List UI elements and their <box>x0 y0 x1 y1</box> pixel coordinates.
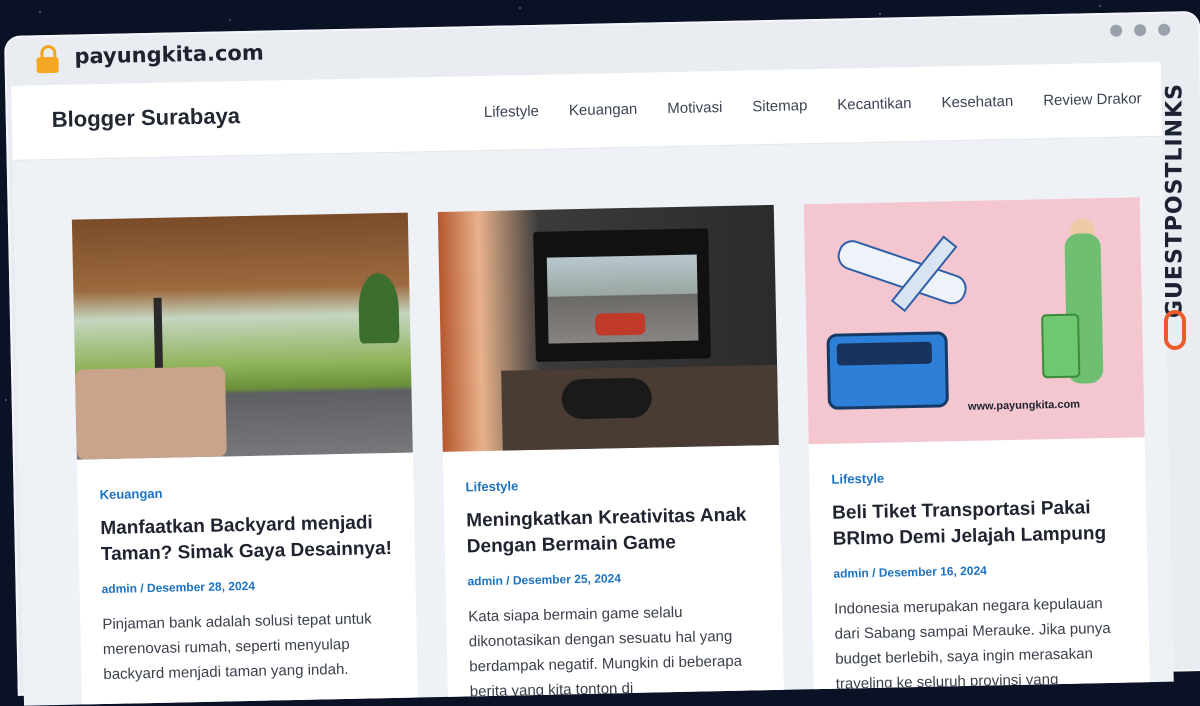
post-category[interactable]: Lifestyle <box>465 473 757 494</box>
main-nav: Lifestyle Keuangan Motivasi Sitemap Keca… <box>484 90 1142 121</box>
post-thumbnail[interactable] <box>71 212 413 460</box>
post-title[interactable]: Beli Tiket Transportasi Pakai BRImo Demi… <box>832 495 1125 553</box>
page-viewport: Blogger Surabaya Lifestyle Keuangan Moti… <box>11 61 1174 706</box>
guestpostlinks-watermark: GUESTPOSTLINKS <box>1158 60 1192 360</box>
post-thumbnail[interactable] <box>437 204 779 452</box>
nav-item-motivasi[interactable]: Motivasi <box>667 99 722 117</box>
watermark-text: GUESTPOSTLINKS <box>1162 83 1188 318</box>
post-card: Lifestyle Meningkatkan Kreativitas Anak … <box>437 204 785 705</box>
post-date[interactable]: Desember 28, 2024 <box>147 579 255 595</box>
post-date[interactable]: Desember 25, 2024 <box>513 571 621 587</box>
lock-icon <box>36 44 59 75</box>
post-card: www.payungkita.com Lifestyle Beli Tiket … <box>803 197 1150 698</box>
browser-window: payungkita.com Blogger Surabaya Lifestyl… <box>4 10 1200 706</box>
post-grid: Keuangan Manfaatkan Backyard menjadi Tam… <box>71 197 1150 706</box>
image-caption: www.payungkita.com <box>967 398 1081 413</box>
post-excerpt: Pinjaman bank adalah solusi tepat untuk … <box>102 610 372 684</box>
post-category[interactable]: Lifestyle <box>831 466 1123 487</box>
url-text[interactable]: payungkita.com <box>74 41 264 69</box>
post-title[interactable]: Meningkatkan Kreativitas Anak Dengan Ber… <box>466 502 759 560</box>
nav-item-kesehatan[interactable]: Kesehatan <box>941 93 1013 111</box>
post-thumbnail[interactable]: www.payungkita.com <box>803 197 1145 445</box>
post-category[interactable]: Keuangan <box>99 481 391 502</box>
nav-item-review-drakor[interactable]: Review Drakor <box>1043 90 1142 109</box>
post-excerpt: Kata siapa bermain game selalu dikonotas… <box>468 603 743 701</box>
post-title[interactable]: Manfaatkan Backyard menjadi Taman? Simak… <box>100 510 393 568</box>
nav-item-keuangan[interactable]: Keuangan <box>569 101 638 119</box>
post-card: Keuangan Manfaatkan Backyard menjadi Tam… <box>71 212 419 706</box>
link-logo-icon <box>1164 310 1186 350</box>
site-brand[interactable]: Blogger Surabaya <box>51 103 240 133</box>
post-author[interactable]: admin <box>833 566 869 581</box>
nav-item-sitemap[interactable]: Sitemap <box>752 97 807 115</box>
suitcase-icon <box>1041 313 1081 379</box>
post-excerpt: Indonesia merupakan negara kepulauan dar… <box>834 595 1111 693</box>
window-dot-icon[interactable] <box>1110 24 1123 37</box>
post-date[interactable]: Desember 16, 2024 <box>879 564 987 580</box>
post-author[interactable]: admin <box>101 581 137 596</box>
post-meta: admin / Desember 25, 2024 <box>467 571 622 589</box>
window-dot-icon[interactable] <box>1134 24 1147 37</box>
nav-item-lifestyle[interactable]: Lifestyle <box>484 103 539 121</box>
post-author[interactable]: admin <box>467 574 503 589</box>
window-controls <box>1110 23 1171 37</box>
post-meta: admin / Desember 28, 2024 <box>101 578 256 597</box>
post-meta: admin / Desember 16, 2024 <box>833 563 987 581</box>
nav-item-kecantikan[interactable]: Kecantikan <box>837 95 912 114</box>
window-dot-icon[interactable] <box>1157 23 1171 36</box>
